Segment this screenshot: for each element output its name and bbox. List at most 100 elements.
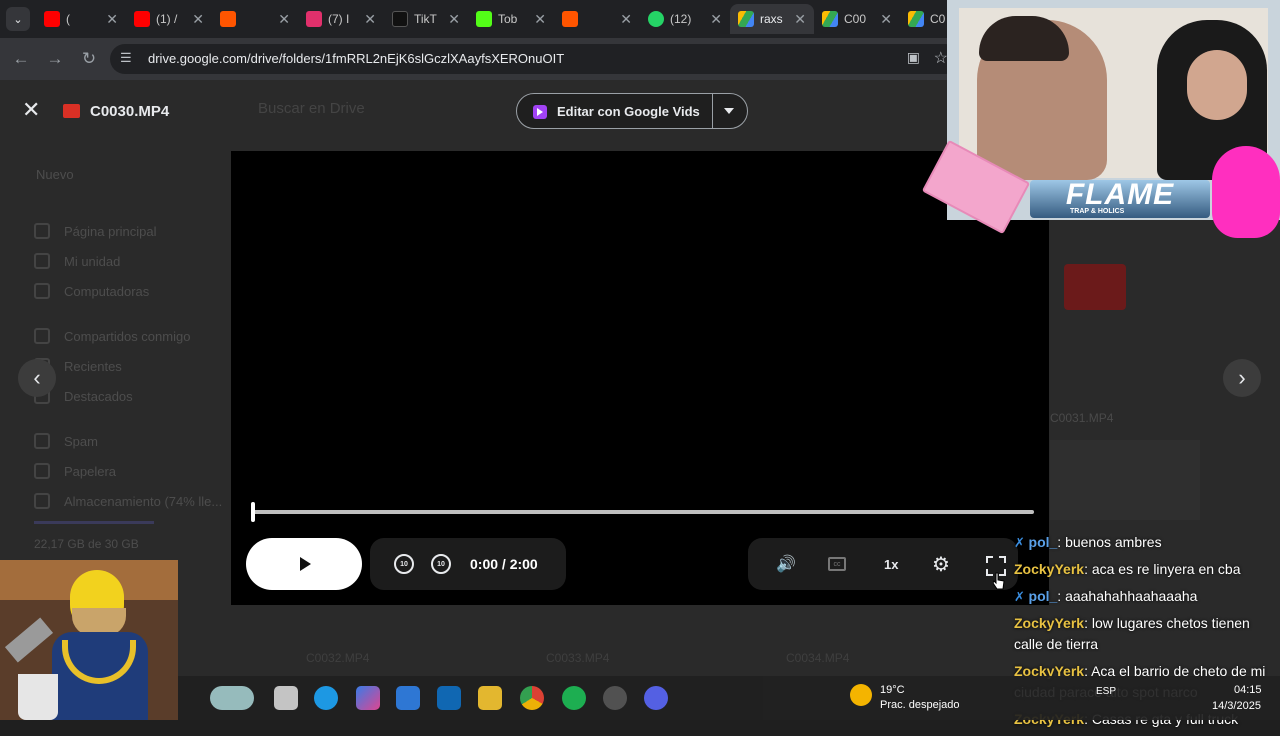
previous-file-button[interactable]: ‹ bbox=[18, 359, 56, 397]
tab-title: (7) I bbox=[328, 12, 350, 26]
spam-icon bbox=[34, 433, 50, 449]
close-icon[interactable]: ✕ bbox=[880, 11, 892, 28]
close-icon[interactable]: ✕ bbox=[794, 11, 806, 28]
play-button[interactable] bbox=[246, 538, 362, 590]
browser-tab[interactable]: (7) I ✕ bbox=[298, 4, 384, 34]
clock-time[interactable]: 04:15 bbox=[1234, 684, 1262, 696]
outlook-icon[interactable] bbox=[437, 686, 461, 710]
tab-search-button[interactable]: ⌄ bbox=[6, 7, 30, 31]
browser-tab[interactable]: (✕ bbox=[36, 4, 126, 34]
browser-tab[interactable]: C0 bbox=[900, 4, 950, 34]
back-icon[interactable]: ← bbox=[9, 47, 33, 71]
new-button: Nuevo bbox=[36, 167, 74, 182]
drive-icon bbox=[908, 11, 924, 27]
divider bbox=[712, 94, 713, 128]
windows-taskbar bbox=[178, 676, 1280, 720]
time-display: 0:00 / 2:00 bbox=[470, 556, 538, 572]
browser-tab[interactable]: TikT ✕ bbox=[384, 4, 468, 34]
reload-icon[interactable]: ↻ bbox=[77, 47, 101, 71]
store-icon[interactable] bbox=[396, 686, 420, 710]
drive-folder-icon bbox=[34, 253, 50, 269]
settings-gear-icon[interactable]: ⚙ bbox=[932, 554, 950, 576]
browser-tab[interactable]: (12) ✕ bbox=[640, 4, 730, 34]
edge-icon[interactable] bbox=[314, 686, 338, 710]
browser-tab[interactable]: Tob ✕ bbox=[468, 4, 554, 34]
url-text[interactable]: drive.google.com/drive/folders/1fmRRL2nE… bbox=[148, 51, 564, 66]
sidebar-item-my-drive: Mi unidad bbox=[34, 253, 120, 269]
weather-moon-icon[interactable] bbox=[850, 684, 872, 706]
volume-icon[interactable]: 🔊 bbox=[776, 554, 796, 574]
sidebar-item-storage: Almacenamiento (74% lle... bbox=[34, 493, 222, 509]
weather-description[interactable]: Prac. despejado bbox=[880, 699, 960, 711]
chevron-left-icon: ‹ bbox=[33, 365, 41, 390]
copilot-icon[interactable] bbox=[356, 686, 380, 710]
obs-icon[interactable] bbox=[603, 686, 627, 710]
language-indicator[interactable]: ESP bbox=[1096, 686, 1116, 697]
chat-username: ZockyYerk bbox=[1014, 615, 1085, 631]
rewind-10-icon[interactable]: 10 bbox=[394, 554, 414, 574]
close-icon[interactable]: ✕ bbox=[534, 11, 546, 28]
close-icon[interactable]: ✕ bbox=[278, 11, 290, 28]
browser-tab-active[interactable]: raxs ✕ bbox=[730, 4, 814, 34]
player-controls-right: 🔊 cc 1x ⚙ bbox=[748, 538, 1018, 590]
address-bar[interactable]: ☰ drive.google.com/drive/folders/1fmRRL2… bbox=[110, 44, 960, 74]
chat-message: ✗ pol_: buenos ambres bbox=[1014, 532, 1280, 553]
close-icon[interactable]: ✕ bbox=[192, 11, 204, 28]
spotify-icon[interactable] bbox=[562, 686, 586, 710]
browser-tab[interactable]: (1) / ✕ bbox=[126, 4, 212, 34]
discord-icon[interactable] bbox=[644, 686, 668, 710]
trash-icon bbox=[34, 463, 50, 479]
progress-bar[interactable] bbox=[251, 502, 1034, 522]
sidebar-item-label: Destacados bbox=[64, 388, 133, 404]
close-icon[interactable]: ✕ bbox=[448, 11, 460, 28]
home-icon bbox=[34, 223, 50, 239]
chat-username: ZockyYerk bbox=[1014, 561, 1085, 577]
tab-title: (1) / bbox=[156, 12, 178, 26]
video-thumbnail bbox=[1050, 440, 1200, 520]
chat-message: ZockyYerk: aca es re linyera en cba bbox=[1014, 559, 1280, 580]
browser-tab[interactable]: ✕ bbox=[212, 4, 298, 34]
sidebar-item-label: Almacenamiento (74% lle... bbox=[64, 493, 223, 509]
site-info-icon[interactable]: ☰ bbox=[120, 50, 132, 66]
sidebar-item-spam: Spam bbox=[34, 433, 98, 449]
sidebar-item-label: Papelera bbox=[64, 463, 117, 479]
chat-text: : aca es re linyera en cba bbox=[1084, 561, 1241, 577]
close-viewer-button[interactable]: ✕ bbox=[22, 99, 40, 121]
browser-tab[interactable]: ✕ bbox=[554, 4, 640, 34]
sidebar-item-label: Mi unidad bbox=[64, 253, 121, 269]
sword-badge-icon: ✗ bbox=[1014, 535, 1029, 550]
next-file-button[interactable]: › bbox=[1223, 359, 1261, 397]
progress-handle[interactable] bbox=[251, 502, 255, 522]
close-icon[interactable]: ✕ bbox=[620, 11, 632, 28]
close-icon[interactable]: ✕ bbox=[106, 11, 118, 28]
bookmark-star-icon[interactable]: ☆ bbox=[934, 48, 948, 68]
flame-logo-subtitle: TRAP & HOLICS bbox=[1070, 208, 1125, 215]
weather-temperature[interactable]: 19°C bbox=[880, 684, 905, 696]
chrome-icon[interactable] bbox=[520, 686, 544, 710]
chevron-down-icon[interactable] bbox=[724, 108, 734, 114]
file-name: C0033.MP4 bbox=[546, 651, 610, 665]
drive-icon bbox=[738, 11, 754, 27]
chat-username: pol_ bbox=[1028, 534, 1058, 550]
sidebar-item-label: Recientes bbox=[64, 358, 122, 374]
forward-10-icon[interactable]: 10 bbox=[431, 554, 451, 574]
close-icon[interactable]: ✕ bbox=[364, 11, 376, 28]
captions-icon[interactable]: cc bbox=[828, 557, 846, 571]
tab-title: raxs bbox=[760, 12, 783, 26]
task-view-icon[interactable] bbox=[274, 686, 298, 710]
video-player[interactable] bbox=[231, 151, 1049, 605]
close-icon[interactable]: ✕ bbox=[710, 11, 722, 28]
cup-icon bbox=[18, 674, 58, 720]
youtube-icon bbox=[44, 11, 60, 27]
install-icon[interactable]: ▣ bbox=[907, 49, 920, 66]
storage-text: 22,17 GB de 30 GB bbox=[34, 537, 139, 551]
browser-tab[interactable]: C00 ✕ bbox=[814, 4, 900, 34]
playback-speed-button[interactable]: 1x bbox=[884, 554, 898, 574]
clock-date[interactable]: 14/3/2025 bbox=[1212, 700, 1261, 712]
chat-text: : buenos ambres bbox=[1057, 534, 1162, 550]
file-explorer-icon[interactable] bbox=[478, 686, 502, 710]
forward-icon[interactable]: → bbox=[43, 47, 67, 71]
edit-with-vids-button[interactable]: Editar con Google Vids bbox=[516, 93, 748, 129]
sword-badge-icon: ✗ bbox=[1014, 589, 1029, 604]
widget-icon[interactable] bbox=[210, 686, 254, 710]
